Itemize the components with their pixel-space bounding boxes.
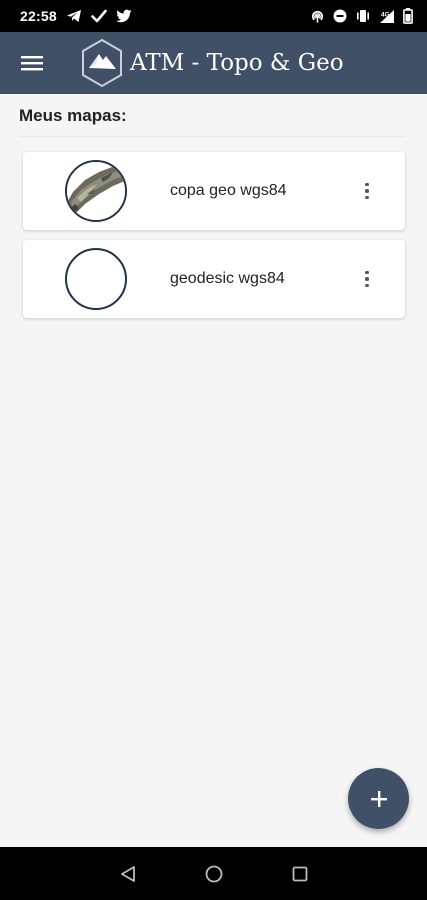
telegram-icon [66,10,81,22]
map-card[interactable]: copa geo wgs84 [23,152,405,230]
status-left: 22:58 [20,8,132,24]
back-button[interactable] [85,865,171,883]
twitter-icon [115,9,132,23]
status-time: 22:58 [20,8,57,24]
plus-icon [370,790,387,807]
navigation-bar [0,847,427,900]
back-icon [120,865,135,882]
map-name: geodesic wgs84 [170,270,285,287]
svg-text:4G: 4G [381,11,390,18]
check-icon [91,9,107,23]
add-map-button[interactable] [348,768,409,829]
app-title: ATM - Topo & Geo [130,50,344,76]
status-right: 4G [310,8,413,24]
app-bar: ATM - Topo & Geo [0,32,427,94]
recents-icon [292,866,307,881]
section-title: Meus mapas: [19,106,127,125]
more-options-button[interactable] [359,178,375,204]
recents-button[interactable] [257,866,343,882]
more-vert-icon [365,182,369,187]
more-vert-icon [365,270,369,275]
battery-icon [403,8,413,24]
menu-button[interactable] [0,32,64,94]
hotspot-icon [311,10,324,23]
vibrate-icon [357,10,369,22]
mountain-hexagon-logo [82,38,122,88]
map-list: copa geo wgs84 geodesic wgs84 [23,152,405,328]
more-options-button[interactable] [359,266,375,292]
divider [19,136,405,137]
map-name: copa geo wgs84 [170,182,287,199]
home-button[interactable] [171,865,257,883]
map-card[interactable]: geodesic wgs84 [23,240,405,318]
signal-icon: 4G [380,9,394,23]
status-bar: 22:58 4G [0,0,427,32]
home-icon [205,865,222,882]
hamburger-menu-icon [21,56,43,71]
empty-map-thumbnail [65,248,127,310]
do-not-disturb-icon [333,9,347,23]
satellite-map-thumbnail [65,160,127,222]
